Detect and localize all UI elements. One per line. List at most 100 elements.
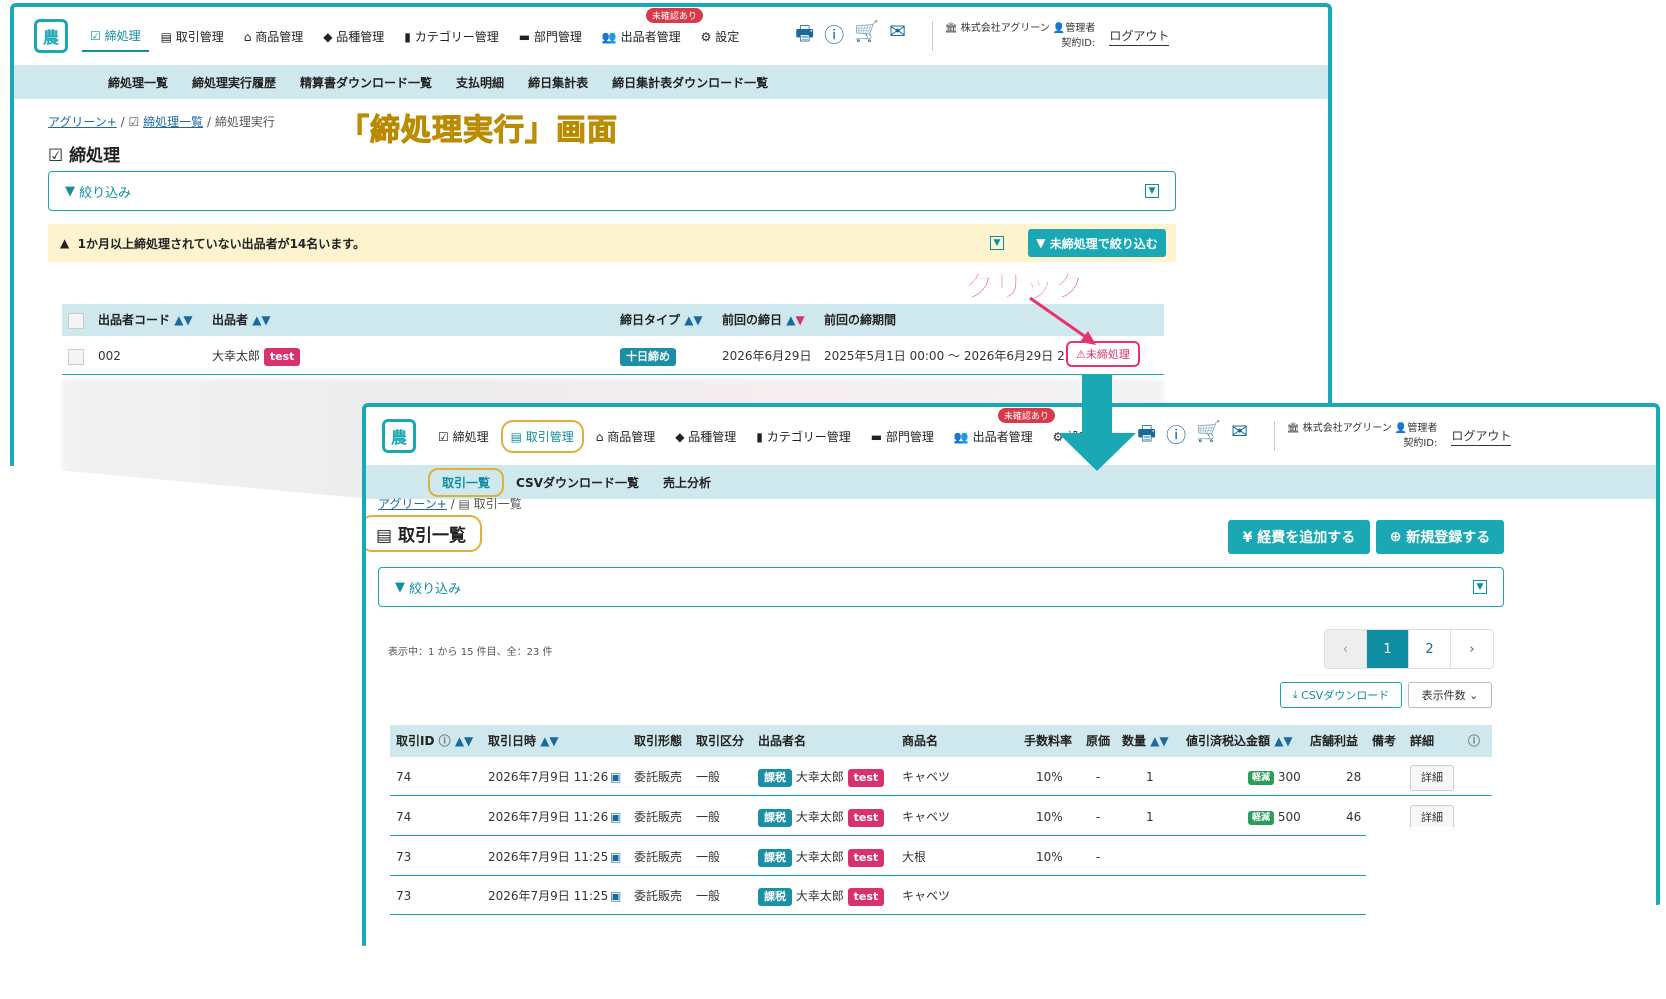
- chevron-down-icon[interactable]: ▼: [990, 236, 1004, 250]
- help-icon[interactable]: ⓘ: [1166, 419, 1186, 453]
- nav-label: 出品者管理: [620, 29, 681, 44]
- col-form: 取引形態: [634, 734, 683, 748]
- subnav-payment-detail[interactable]: 支払明細: [444, 70, 516, 95]
- help-icon[interactable]: ⓘ: [439, 734, 451, 748]
- col-cost: 原価: [1086, 734, 1111, 748]
- nav-departments[interactable]: ▬ 部門管理: [863, 422, 942, 451]
- nav-departments[interactable]: ▬ 部門管理: [511, 22, 590, 51]
- chevron-down-icon[interactable]: ▼: [1145, 184, 1159, 198]
- pagination: ‹ 1 2 ›: [1324, 629, 1494, 669]
- detail-button[interactable]: 詳細: [1410, 758, 1454, 796]
- nav-transactions[interactable]: ▤ 取引管理: [153, 22, 232, 51]
- cart-icon[interactable]: 🛒: [1196, 419, 1221, 453]
- transaction-id: 73: [396, 889, 412, 903]
- nav-transactions[interactable]: ▤ 取引管理: [500, 419, 584, 453]
- nav-products[interactable]: ⌂ 商品管理: [588, 422, 663, 451]
- col-last-closing[interactable]: 前回の締日 ▲▼: [722, 304, 805, 336]
- detail-label: 詳細: [1410, 764, 1454, 791]
- page-1[interactable]: 1: [1367, 630, 1409, 668]
- subnav-closing-list[interactable]: 締処理一覧: [96, 70, 180, 95]
- col-closing-type[interactable]: 締日タイプ ▲▼: [620, 304, 703, 336]
- nav-sellers[interactable]: 未確認あり 👥 出品者管理: [946, 407, 1055, 451]
- row-checkbox[interactable]: [68, 337, 84, 375]
- cart-icon[interactable]: 🛒: [854, 19, 879, 53]
- seller-cell: 大幸太郎 test: [212, 337, 301, 375]
- sort-icon[interactable]: ▲▼: [684, 313, 702, 327]
- toolbar-icons: 🖶 ⓘ 🛒 ✉: [795, 19, 906, 53]
- transaction-form: 委託販売: [634, 770, 683, 784]
- nav-closing[interactable]: ☑ 締処理: [430, 422, 497, 451]
- contract-id: 契約ID:: [1061, 38, 1096, 49]
- sort-desc-icon[interactable]: ▼: [795, 313, 804, 327]
- col-id[interactable]: 取引ID ⓘ ▲▼: [396, 725, 473, 757]
- mail-icon[interactable]: ✉: [1231, 419, 1248, 453]
- col-amount[interactable]: 値引済税込金額 ▲▼: [1186, 725, 1293, 757]
- nav-sellers[interactable]: 未確認あり 👥 出品者管理: [594, 7, 703, 51]
- seller-name: 大幸太郎: [795, 810, 844, 824]
- nav-varieties[interactable]: ◆ 品種管理: [315, 22, 392, 51]
- logout-link[interactable]: ログアウト: [1109, 27, 1170, 46]
- new-register-button[interactable]: ⊕ 新規登録する: [1376, 520, 1504, 554]
- nav-products[interactable]: ⌂ 商品管理: [236, 22, 311, 51]
- page-2[interactable]: 2: [1409, 630, 1451, 668]
- chevron-down-icon[interactable]: ▼: [1473, 580, 1487, 594]
- subnav-closing-history[interactable]: 締処理実行履歴: [180, 70, 288, 95]
- sort-icon[interactable]: ▲▼: [174, 313, 192, 327]
- subnav-statement-download[interactable]: 精算書ダウンロード一覧: [288, 70, 444, 95]
- nav-closing[interactable]: ☑ 締処理: [82, 21, 149, 52]
- add-expense-button[interactable]: ¥ 経費を追加する: [1228, 520, 1370, 554]
- table-row: 74 2026年7月9日 11:26 ▣ 委託販売 一般 課税 大幸太郎 test キャベツ…: [390, 758, 1492, 796]
- sort-icon[interactable]: ▲▼: [252, 313, 270, 327]
- app-logo[interactable]: 農: [382, 419, 416, 453]
- fee-rate: 10%: [1036, 850, 1063, 864]
- sort-icon[interactable]: ▲▼: [1150, 734, 1168, 748]
- nav-varieties[interactable]: ◆ 品種管理: [667, 422, 744, 451]
- transaction-form: 委託販売: [634, 810, 683, 824]
- sort-icon[interactable]: ▲▼: [455, 734, 473, 748]
- app-logo[interactable]: 農: [34, 19, 68, 53]
- download-icon: ⤓: [1292, 688, 1298, 701]
- subnav-sales-analysis[interactable]: 売上分析: [651, 470, 723, 495]
- breadcrumb-root[interactable]: アグリーン+: [48, 115, 117, 129]
- main-nav: ☑ 締処理 ▤ 取引管理 ⌂ 商品管理 ◆ 品種管理 ▮ カテゴリー管理 ▬ 部…: [82, 7, 748, 52]
- subnav-daily-summary[interactable]: 締日集計表: [516, 70, 600, 95]
- page-title-text: 取引一覧: [397, 526, 466, 546]
- printer-icon[interactable]: 🖶: [795, 19, 814, 53]
- nav-settings[interactable]: ⚙ 設定: [693, 22, 748, 51]
- cost: -: [1096, 770, 1101, 784]
- subnav-csv-download[interactable]: CSVダウンロード一覧: [504, 470, 651, 495]
- seller-name: 大幸太郎: [795, 770, 844, 784]
- company-name: 株式会社アグリーン: [960, 23, 1050, 34]
- closing-type-tag: 十日締め: [620, 347, 676, 366]
- help-icon[interactable]: ⓘ: [824, 19, 844, 53]
- breadcrumb-closing-list[interactable]: 締処理一覧: [143, 115, 203, 129]
- col-seller[interactable]: 出品者 ▲▼: [212, 304, 271, 336]
- select-all-checkbox[interactable]: [68, 304, 84, 336]
- printer-icon[interactable]: 🖶: [1137, 419, 1156, 453]
- col-datetime[interactable]: 取引日時 ▲▼: [488, 725, 559, 757]
- sort-icon[interactable]: ▲▼: [1274, 734, 1292, 748]
- per-page-select[interactable]: 表示件数 ⌄: [1408, 682, 1492, 708]
- sort-icon[interactable]: ▲▼: [540, 734, 558, 748]
- breadcrumb-root[interactable]: アグリーン+: [378, 497, 447, 511]
- page-prev[interactable]: ‹: [1325, 630, 1367, 668]
- page-next[interactable]: ›: [1451, 630, 1493, 668]
- filter-panel[interactable]: ▼ 絞り込み ▼: [378, 567, 1504, 607]
- csv-download-button[interactable]: ⤓ CSVダウンロード: [1280, 682, 1402, 708]
- col-seller-code[interactable]: 出品者コード ▲▼: [98, 304, 193, 336]
- mail-icon[interactable]: ✉: [889, 19, 906, 53]
- fee-rate: 10%: [1036, 770, 1063, 784]
- user-icon: 👤: [1052, 23, 1066, 34]
- subnav-transaction-list[interactable]: 取引一覧: [428, 467, 505, 497]
- logout-link[interactable]: ログアウト: [1451, 427, 1512, 446]
- nav-categories[interactable]: ▮ カテゴリー管理: [748, 422, 858, 451]
- page-title: ▤ 取引一覧: [366, 515, 482, 552]
- table-row: 73 2026年7月9日 11:25 ▣ 委託販売 一般 課税 大幸太郎 test キャベツ: [390, 877, 1492, 915]
- subnav-summary-download[interactable]: 締日集計表ダウンロード一覧: [600, 70, 780, 95]
- flow-arrow-head: [1058, 433, 1136, 471]
- help-icon[interactable]: ⓘ: [1468, 725, 1480, 757]
- nav-categories[interactable]: ▮ カテゴリー管理: [396, 22, 506, 51]
- col-qty[interactable]: 数量 ▲▼: [1122, 725, 1169, 757]
- filter-unprocessed-button[interactable]: ▼ 未締処理で絞り込む: [1028, 229, 1166, 257]
- filter-panel[interactable]: ▼ 絞り込み ▼: [48, 171, 1176, 211]
